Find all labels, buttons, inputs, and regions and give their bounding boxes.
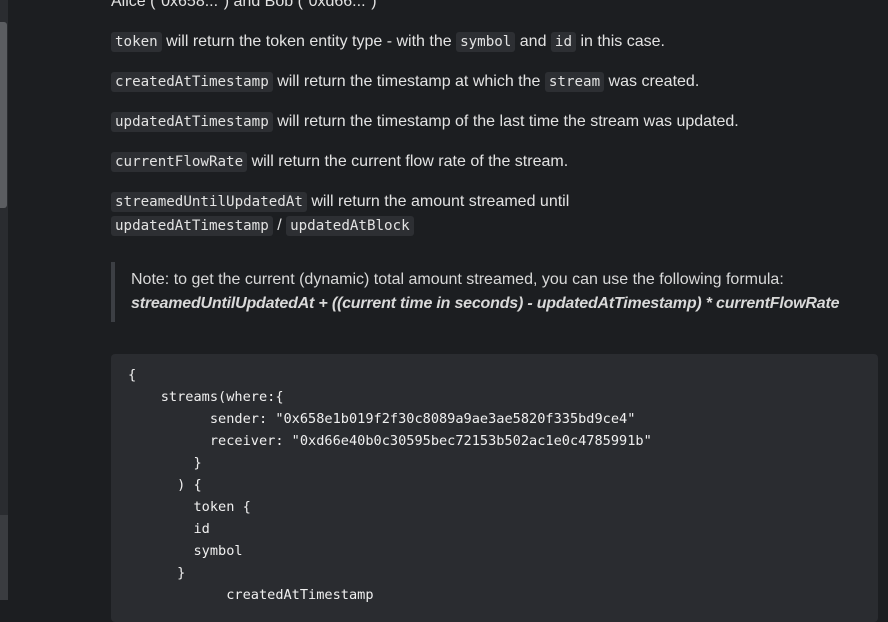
- code-line: createdAtTimestamp: [128, 587, 374, 603]
- inline-code: symbol: [456, 32, 516, 52]
- graphql-code-block: { streams(where:{ sender: "0x658e1b019f2…: [111, 354, 878, 622]
- inline-code: stream: [544, 72, 605, 92]
- code-line: streams(where:{: [128, 389, 284, 405]
- inline-code: streamedUntilUpdatedAt: [111, 192, 307, 212]
- code-line: {: [128, 367, 137, 383]
- code-line: ) {: [128, 477, 202, 493]
- inline-code: id: [550, 32, 577, 52]
- code-line: }: [128, 455, 202, 471]
- field-streamed-line: streamedUntilUpdatedAt will return the a…: [111, 190, 871, 214]
- field-token-line: token will return the token entity type …: [111, 30, 871, 54]
- field-streamed-line-2: updatedAtTimestamp / updatedAtBlock: [111, 214, 871, 238]
- code-line: receiver: "0xd66e40b0c30595bec72153b502a…: [128, 433, 652, 449]
- code-line: token {: [128, 499, 251, 515]
- scrollbar-thumb[interactable]: [0, 22, 7, 208]
- inline-code: currentFlowRate: [111, 152, 248, 172]
- inline-code: updatedAtTimestamp: [111, 112, 273, 132]
- code-line: }: [128, 565, 186, 581]
- inline-code: token: [111, 32, 162, 52]
- inline-code: createdAtTimestamp: [111, 72, 273, 92]
- left-scroll-rail[interactable]: [0, 0, 8, 600]
- code-line: sender: "0x658e1b019f2f30c8089a9ae3ae582…: [128, 411, 636, 427]
- field-updated-line: updatedAtTimestamp will return the times…: [111, 110, 871, 134]
- rail-divider: [0, 515, 8, 600]
- field-created-line: createdAtTimestamp will return the times…: [111, 70, 871, 94]
- field-flowrate-line: currentFlowRate will return the current …: [111, 150, 871, 174]
- note-blockquote: Note: to get the current (dynamic) total…: [111, 262, 871, 322]
- documentation-content: Alice ("0x658...") and Bob ("0xd66...") …: [111, 0, 878, 622]
- intro-line: Alice ("0x658...") and Bob ("0xd66..."): [111, 0, 377, 10]
- code-line: symbol: [128, 543, 243, 559]
- code-line: id: [128, 521, 210, 537]
- note-formula: streamedUntilUpdatedAt + ((current time …: [131, 295, 840, 312]
- inline-code: updatedAtBlock: [286, 216, 414, 236]
- inline-code: updatedAtTimestamp: [111, 216, 273, 236]
- note-text: Note: to get the current (dynamic) total…: [131, 271, 784, 288]
